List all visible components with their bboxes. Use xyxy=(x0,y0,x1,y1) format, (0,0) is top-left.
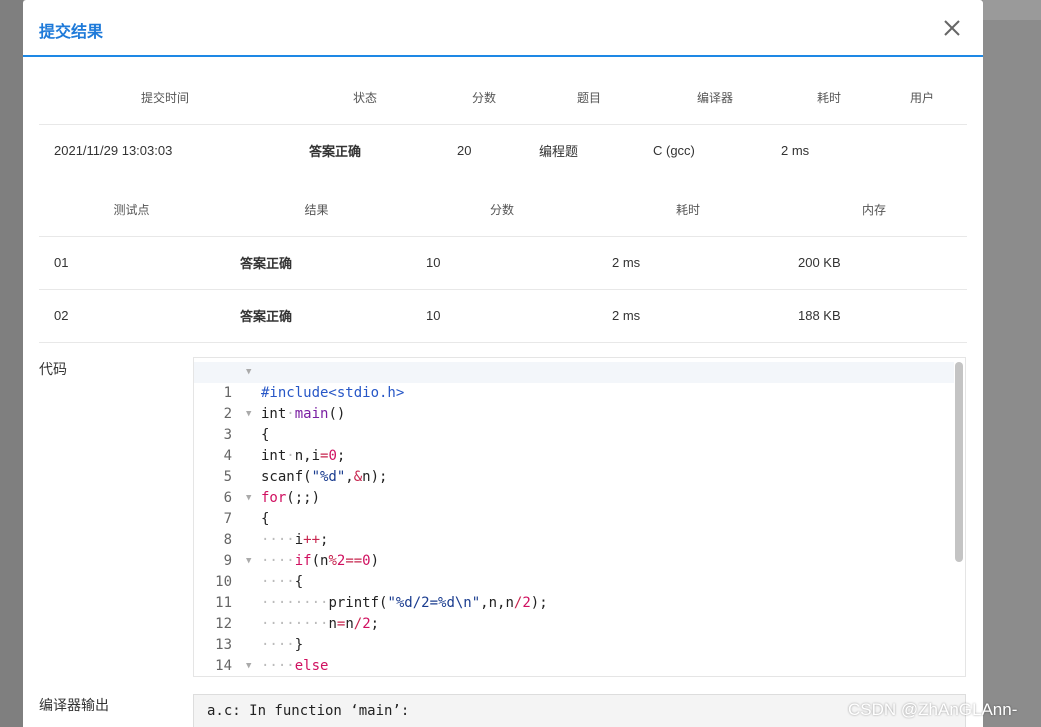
code-editor[interactable]: 1 ▼ #include<stdio.h> 2 int·main() 3 ▼{ 4 int… xyxy=(193,357,966,677)
code-line: 3 ▼{ xyxy=(194,404,954,443)
header-problem: 题目 xyxy=(576,91,601,106)
elapsed-value: 2 ms xyxy=(781,123,877,176)
watermark: CSDN @ZhAnGLAnn- xyxy=(848,700,1018,719)
header-tc-score: 分数 xyxy=(409,184,595,237)
table-row: 02 答案正确 10 2 ms 188 KB xyxy=(39,289,967,343)
header-user: 用户 xyxy=(909,91,934,106)
fold-arrow-icon[interactable]: ▼ xyxy=(246,551,251,572)
problem-link[interactable]: 编程题 xyxy=(529,123,649,176)
code-line: 11 ········printf("%d/2=%d\n",n,n/2); xyxy=(194,572,954,611)
modal-header: 提交结果 xyxy=(23,0,983,57)
testcase-memory: 200 KB xyxy=(781,236,967,290)
testcase-result: 答案正确 xyxy=(224,289,409,343)
header-tc-time: 耗时 xyxy=(595,184,781,237)
compiler-output-line: a.c: In function ‘main’: xyxy=(207,703,410,719)
code-line: 6 for(;;) xyxy=(194,467,954,506)
compiler-output-label: 编译器输出 xyxy=(39,697,109,713)
header-testcase: 测试点 xyxy=(39,184,224,237)
backdrop-overlay-left xyxy=(0,0,23,727)
code-line: 13 ····} xyxy=(194,614,954,653)
user-value[interactable] xyxy=(877,123,967,176)
testcase-score: 10 xyxy=(409,236,595,290)
header-elapsed: 耗时 xyxy=(816,91,841,106)
code-line: 4 int·n,i=0; xyxy=(194,425,954,464)
score-value: 20 xyxy=(439,123,529,176)
code-line: 14 ····else xyxy=(194,635,954,674)
code-line: 15▼····{ xyxy=(194,656,954,676)
header-compiler: 编译器 xyxy=(696,91,733,106)
code-scrollbar[interactable] xyxy=(955,362,963,562)
close-icon[interactable] xyxy=(941,17,963,39)
testcase-time: 2 ms xyxy=(595,236,781,290)
modal-title: 提交结果 xyxy=(39,24,104,41)
testcase-score: 10 xyxy=(409,289,595,343)
testcase-table: 测试点 结果 分数 耗时 内存 01 答案正确 10 2 ms 200 KB 0… xyxy=(39,184,967,343)
testcase-time: 2 ms xyxy=(595,289,781,343)
testcase-memory: 188 KB xyxy=(781,289,967,343)
code-line: 7 ▼{ xyxy=(194,488,954,527)
summary-header-row: 提交时间 状态 分数 题目 编译器 耗时 用户 xyxy=(39,72,967,124)
testcase-header-row: 测试点 结果 分数 耗时 内存 xyxy=(39,184,967,237)
fold-arrow-icon[interactable]: ▼ xyxy=(246,362,251,383)
submission-summary-table: 提交时间 状态 分数 题目 编译器 耗时 用户 2021/11/29 13:03… xyxy=(39,72,967,176)
backdrop-overlay-right xyxy=(983,0,1041,727)
testcase-result: 答案正确 xyxy=(224,236,409,290)
code-line: 12 ········n=n/2; xyxy=(194,593,954,632)
code-line: 8 ····i++; xyxy=(194,509,954,548)
compiler-value: C (gcc) xyxy=(649,123,781,176)
header-memory: 内存 xyxy=(781,184,967,237)
code-line: 1 ▼ #include<stdio.h> xyxy=(194,362,954,401)
code-line: 9 ····if(n%2==0) xyxy=(194,530,954,569)
code-line: 10 ▼ ····{ xyxy=(194,551,954,590)
header-score: 分数 xyxy=(471,91,496,106)
code-line: 5 scanf("%d",&n); xyxy=(194,446,954,485)
testcase-id: 02 xyxy=(39,289,224,343)
table-row: 01 答案正确 10 2 ms 200 KB xyxy=(39,236,967,290)
code-label: 代码 xyxy=(39,361,67,377)
header-result: 结果 xyxy=(224,184,409,237)
fold-arrow-icon[interactable]: ▼ xyxy=(246,488,251,509)
header-submit-time: 提交时间 xyxy=(140,91,189,106)
summary-row: 2021/11/29 13:03:03 答案正确 20 编程题 C (gcc) … xyxy=(39,123,967,176)
code-line: 2 int·main() xyxy=(194,383,954,422)
submit-time: 2021/11/29 13:03:03 xyxy=(39,123,291,176)
backdrop-strip xyxy=(983,0,1041,20)
fold-arrow-icon[interactable]: ▼ xyxy=(246,656,251,676)
header-status: 状态 xyxy=(352,91,377,106)
fold-arrow-icon[interactable]: ▼ xyxy=(246,404,251,425)
status-badge: 答案正确 xyxy=(291,123,439,176)
testcase-id: 01 xyxy=(39,236,224,290)
submission-result-modal: 提交结果 提交时间 状态 分数 题目 编译器 耗时 用户 2021/11/29 … xyxy=(23,0,983,727)
